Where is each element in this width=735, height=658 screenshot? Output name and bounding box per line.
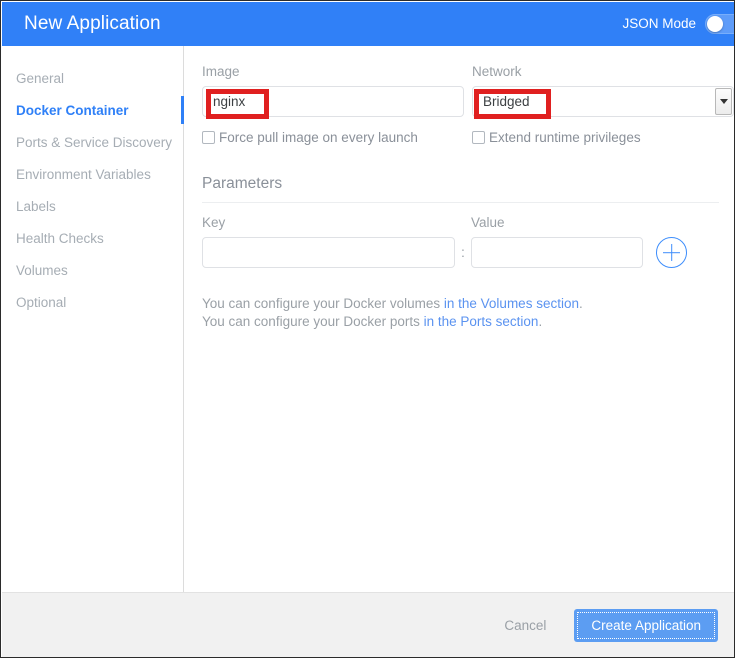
sidebar-item-volumes[interactable]: Volumes — [2, 254, 183, 286]
key-label-wrap: Key — [202, 215, 455, 237]
network-label: Network — [472, 64, 522, 79]
sidebar-item-label: Volumes — [16, 262, 68, 278]
help-text: You can configure your Docker volumes in… — [202, 295, 719, 331]
sidebar-item-health-checks[interactable]: Health Checks — [2, 222, 183, 254]
dialog-footer: Cancel Create Application — [2, 592, 734, 657]
docker-container-form: Image Network Bridged — [185, 46, 734, 592]
chevron-down-icon[interactable] — [715, 88, 732, 115]
force-pull-label: Force pull image on every launch — [219, 130, 418, 145]
image-label: Image — [202, 64, 240, 79]
plus-icon[interactable] — [656, 237, 687, 268]
sidebar-item-label: Docker Container — [16, 102, 129, 118]
value-label-wrap: Value — [471, 215, 643, 237]
sidebar-item-label: General — [16, 70, 65, 86]
sidebar-item-labels[interactable]: Labels — [2, 190, 183, 222]
key-input-wrap — [202, 237, 455, 268]
active-indicator — [181, 96, 184, 124]
parameters-input-row: : — [202, 237, 719, 268]
parameters-labels-row: Key Value — [202, 215, 719, 237]
page-title: New Application — [24, 13, 161, 34]
help-line2-suffix: . — [538, 314, 543, 329]
network-select[interactable]: Bridged — [472, 86, 734, 117]
dialog-body: General Docker Container Ports & Service… — [2, 46, 734, 592]
label-spacer — [455, 215, 471, 237]
dialog-header: New Application JSON Mode — [2, 2, 734, 46]
image-network-row: Image Network Bridged — [202, 64, 734, 117]
caret-shape — [719, 99, 728, 104]
force-pull-checkbox[interactable] — [202, 131, 215, 144]
extend-privileges-group: Extend runtime privileges — [472, 117, 734, 145]
extend-privileges-label: Extend runtime privileges — [489, 130, 641, 145]
key-value-separator: : — [461, 244, 465, 260]
sidebar-item-label: Optional — [16, 294, 67, 310]
sidebar-item-docker-container[interactable]: Docker Container — [2, 94, 184, 126]
json-mode-control[interactable]: JSON Mode — [622, 14, 734, 34]
sidebar-item-optional[interactable]: Optional — [2, 286, 183, 318]
toggle-knob — [707, 16, 723, 32]
sidebar-item-label: Health Checks — [16, 230, 104, 246]
extend-privileges-checkbox-row[interactable]: Extend runtime privileges — [472, 130, 734, 145]
network-select-value: Bridged — [483, 94, 530, 109]
sidebar-item-ports-service-discovery[interactable]: Ports & Service Discovery — [2, 126, 183, 158]
ports-section-link[interactable]: in the Ports section — [424, 314, 539, 329]
volumes-section-link[interactable]: in the Volumes section — [444, 296, 579, 311]
parameters-section-title: Parameters — [202, 175, 719, 203]
extend-privileges-checkbox[interactable] — [472, 131, 485, 144]
checkbox-row-group: Force pull image on every launch Extend … — [202, 117, 719, 145]
help-line1-suffix: . — [578, 296, 583, 311]
value-label: Value — [471, 215, 505, 230]
network-field-group: Network Bridged — [472, 64, 734, 117]
help-line1-prefix: You can configure your Docker volumes — [202, 296, 444, 311]
help-line-ports: You can configure your Docker ports in t… — [202, 313, 719, 331]
network-select-wrap[interactable]: Bridged — [472, 86, 734, 117]
value-input[interactable] — [471, 237, 643, 268]
force-pull-checkbox-row[interactable]: Force pull image on every launch — [202, 130, 464, 145]
sidebar-item-environment-variables[interactable]: Environment Variables — [2, 158, 183, 190]
cancel-button[interactable]: Cancel — [498, 617, 552, 634]
sidebar-item-label: Labels — [16, 198, 56, 214]
force-pull-group: Force pull image on every launch — [202, 117, 464, 145]
create-application-button[interactable]: Create Application — [574, 609, 718, 642]
json-mode-toggle[interactable] — [705, 14, 734, 34]
new-application-dialog: New Application JSON Mode General Docker… — [0, 0, 735, 658]
help-line-volumes: You can configure your Docker volumes in… — [202, 295, 719, 313]
sidebar-item-label: Ports & Service Discovery — [16, 134, 173, 150]
help-line2-prefix: You can configure your Docker ports — [202, 314, 424, 329]
value-input-wrap — [471, 237, 643, 268]
image-input[interactable] — [202, 86, 464, 117]
key-input[interactable] — [202, 237, 455, 268]
key-label: Key — [202, 215, 226, 230]
image-field-group: Image — [202, 64, 464, 117]
sidebar: General Docker Container Ports & Service… — [2, 46, 184, 592]
sidebar-item-general[interactable]: General — [2, 62, 183, 94]
json-mode-label: JSON Mode — [622, 16, 696, 32]
sidebar-item-label: Environment Variables — [16, 166, 151, 182]
